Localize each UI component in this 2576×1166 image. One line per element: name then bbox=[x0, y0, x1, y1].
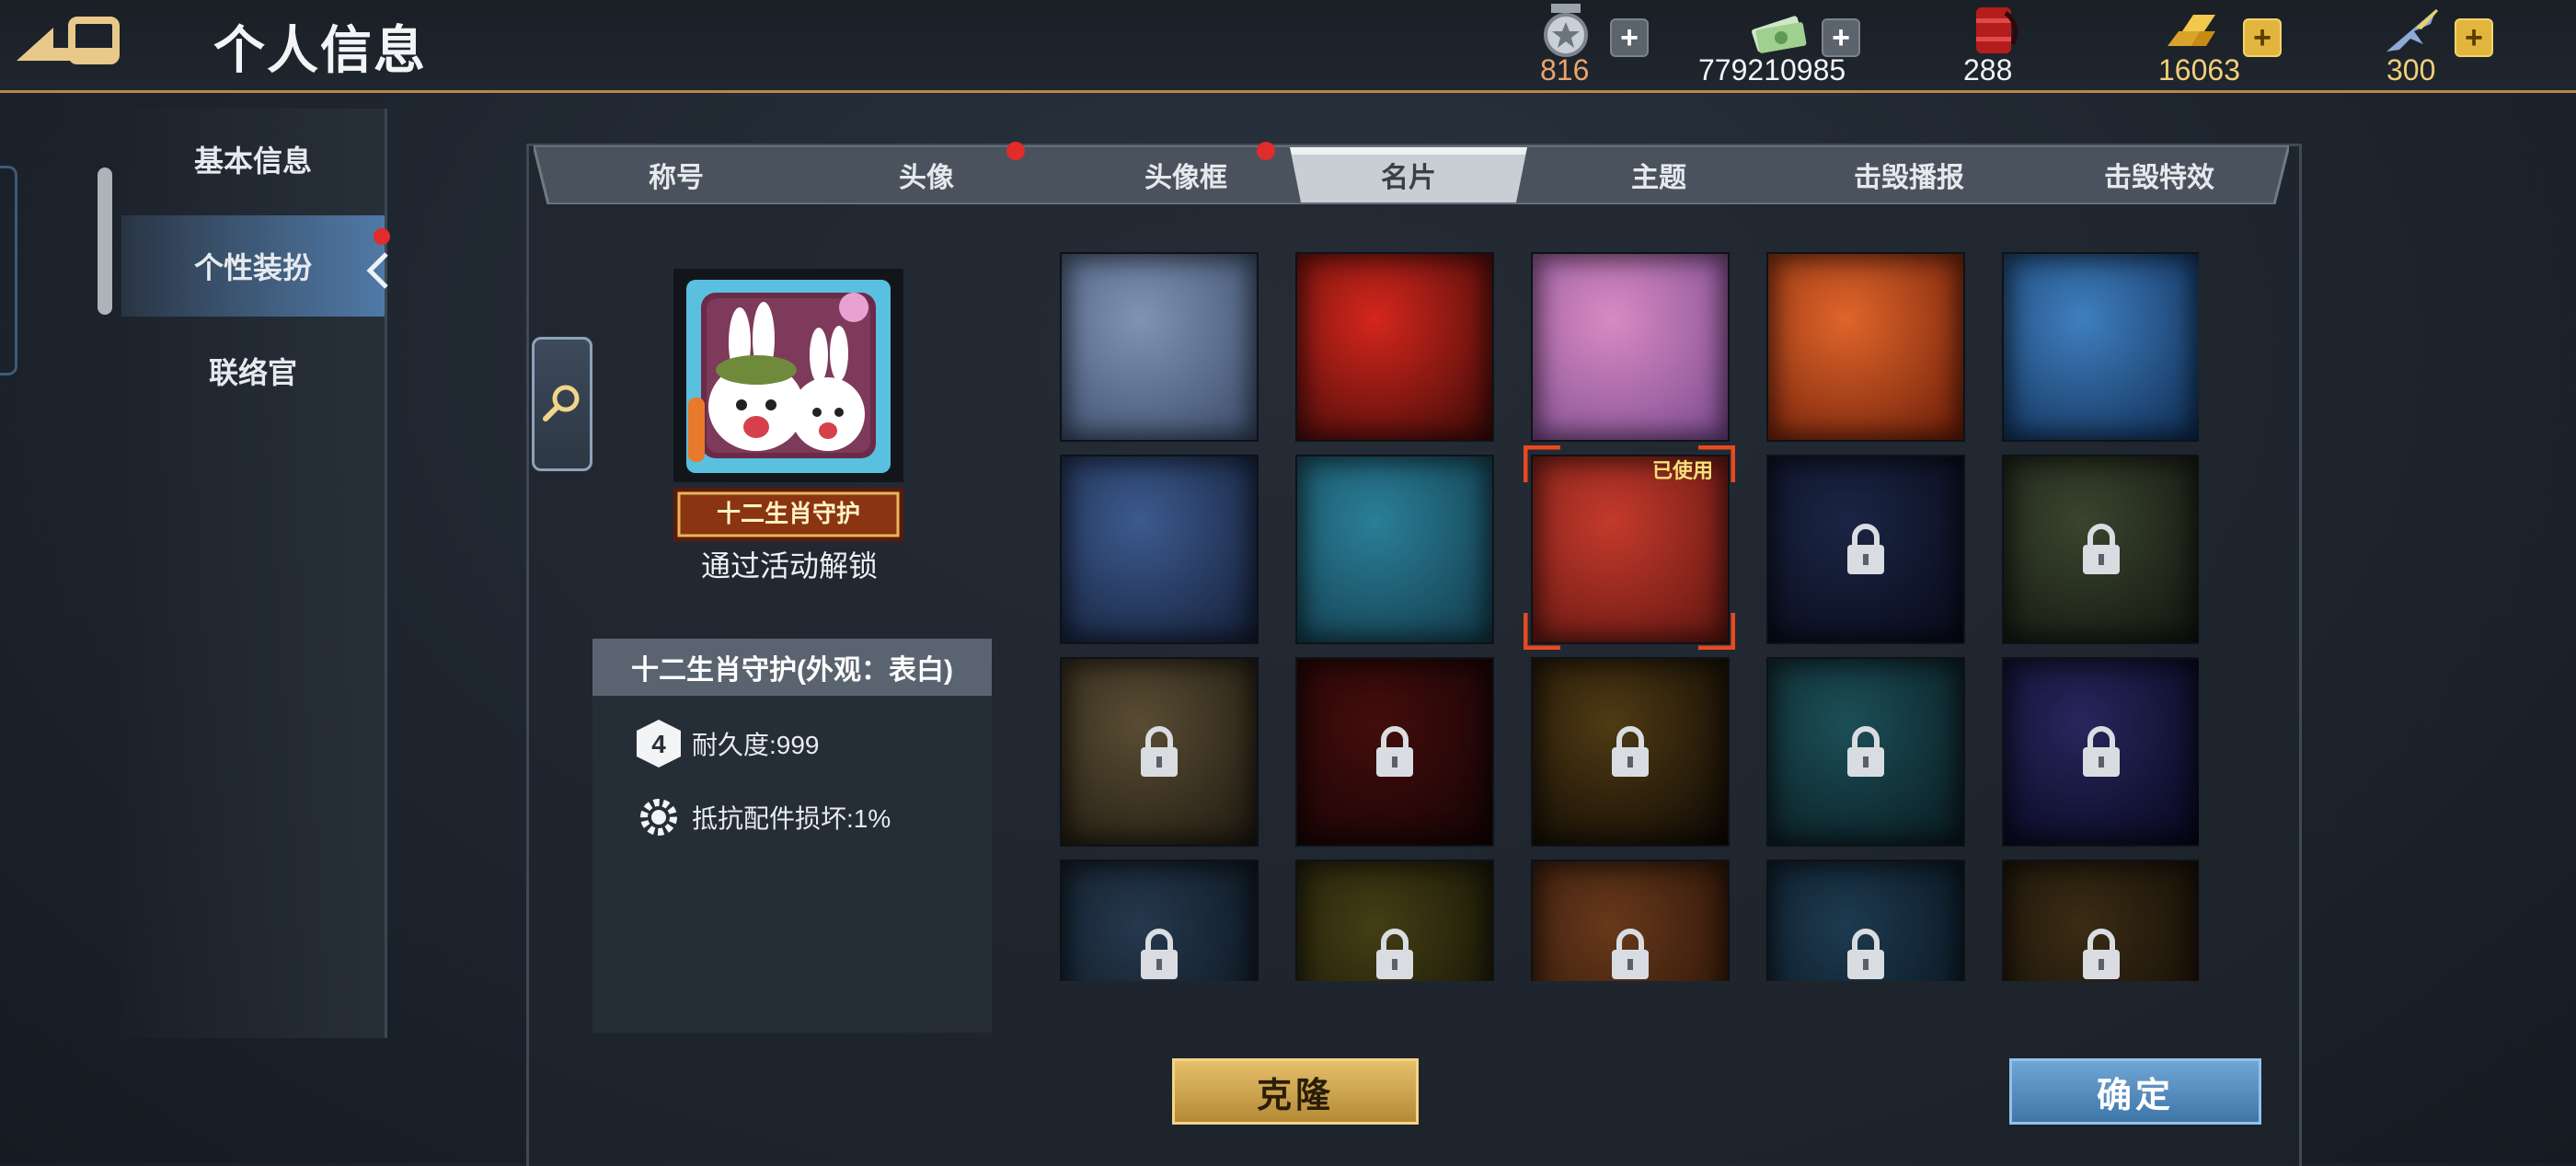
svg-text:4: 4 bbox=[651, 730, 666, 758]
tab-title[interactable]: 称号 bbox=[589, 145, 764, 204]
card-bronze-star[interactable] bbox=[2002, 860, 2199, 981]
lock-icon bbox=[2083, 524, 2120, 574]
lock-icon bbox=[1612, 726, 1649, 777]
cash-add-button[interactable]: + bbox=[1822, 18, 1860, 57]
top-bar: 个人信息 + 816 + 779210985 288 + 16063 + 300 bbox=[0, 0, 2576, 93]
lock-icon bbox=[1612, 929, 1649, 979]
page-title: 个人信息 bbox=[213, 21, 427, 79]
name-card-grid bbox=[1058, 250, 2199, 981]
unlock-hint: 通过活动解锁 bbox=[700, 549, 878, 583]
resource-oil: 288 bbox=[1960, 0, 2033, 90]
jet-add-button[interactable]: + bbox=[2455, 18, 2493, 57]
stat-damage-resist: 抵抗配件损坏:1% bbox=[633, 790, 891, 845]
oil-value: 288 bbox=[1963, 53, 2013, 87]
card-pink-hearts[interactable] bbox=[1531, 252, 1730, 442]
sidebar-item-label: 联络官 bbox=[208, 356, 297, 389]
tab-kill-broadcast[interactable]: 击毁播报 bbox=[1803, 145, 2015, 204]
sidebar-item-label: 基本信息 bbox=[193, 144, 312, 178]
resource-cash: + 779210985 bbox=[1698, 0, 1864, 90]
tab-notice-dot bbox=[1006, 142, 1025, 160]
search-icon bbox=[543, 385, 580, 421]
sidebar-notice-dot bbox=[374, 228, 390, 245]
gold-add-button[interactable]: + bbox=[2243, 18, 2282, 57]
card-brown-dusk[interactable] bbox=[1531, 657, 1730, 847]
card-tan-diamonds[interactable] bbox=[1060, 657, 1259, 847]
lock-icon bbox=[1847, 929, 1884, 979]
card-helicopter[interactable] bbox=[1060, 860, 1259, 981]
left-edge-handle bbox=[0, 166, 17, 375]
card-autumn-leaves[interactable] bbox=[1531, 860, 1730, 981]
lock-icon bbox=[1141, 929, 1178, 979]
sidebar-item-personal-style[interactable]: 个性装扮 bbox=[121, 215, 385, 317]
sidebar-item-basic-info[interactable]: 基本信息 bbox=[121, 109, 385, 210]
resource-gold: + 16063 bbox=[2155, 0, 2293, 90]
card-navy-stripes[interactable] bbox=[1060, 455, 1259, 644]
card-teal-ocean[interactable] bbox=[1766, 657, 1965, 847]
lock-icon bbox=[1141, 726, 1178, 777]
lock-icon bbox=[1847, 726, 1884, 777]
sidebar-item-liaison-officer[interactable]: 联络官 bbox=[121, 320, 385, 421]
medal-value: 816 bbox=[1540, 53, 1590, 87]
medal-add-button[interactable]: + bbox=[1610, 18, 1649, 57]
card-purple-night[interactable] bbox=[2002, 657, 2199, 847]
avatar-preview: 十二生肖守护 bbox=[673, 269, 903, 541]
lock-icon bbox=[1376, 726, 1413, 777]
card-teal-waves[interactable] bbox=[1295, 455, 1494, 644]
sidebar-scrollbar[interactable] bbox=[98, 167, 112, 315]
tab-name-card[interactable]: 名片 bbox=[1321, 145, 1496, 204]
jet-value: 300 bbox=[2386, 53, 2436, 87]
sidebar-item-label: 个性装扮 bbox=[193, 251, 312, 284]
card-blue-lattice[interactable] bbox=[1060, 252, 1259, 442]
card-dark-red[interactable] bbox=[1295, 657, 1494, 847]
tab-avatar-frame[interactable]: 头像框 bbox=[1089, 145, 1282, 204]
back-arrow-icon[interactable] bbox=[17, 15, 123, 68]
stat-durability: 4 耐久度:999 bbox=[633, 716, 820, 771]
cash-icon bbox=[1752, 16, 1807, 53]
lock-icon bbox=[1847, 524, 1884, 574]
card-green-camo[interactable] bbox=[2002, 455, 2199, 644]
oil-barrel-icon bbox=[1976, 7, 2018, 53]
lock-icon bbox=[2083, 929, 2120, 979]
medal-icon bbox=[1544, 4, 1588, 57]
sidebar: 基本信息 个性装扮 联络官 bbox=[98, 109, 387, 1038]
card-snowflakes[interactable] bbox=[1766, 860, 1965, 981]
card-orange-flames[interactable] bbox=[1766, 252, 1965, 442]
gear-icon bbox=[640, 799, 677, 836]
resource-medal: + 816 bbox=[1536, 0, 1656, 90]
card-blue-hexagons[interactable] bbox=[2002, 252, 2199, 442]
lock-icon bbox=[1376, 929, 1413, 979]
tab-bar: 称号 头像 头像框 名片 主题 击毁播报 击毁特效 bbox=[534, 142, 2289, 204]
clone-button[interactable]: 克隆 bbox=[1172, 1058, 1419, 1125]
search-button[interactable] bbox=[532, 337, 592, 471]
card-star-navy[interactable] bbox=[1766, 455, 1965, 644]
avatar-banner-text: 十二生肖守护 bbox=[716, 501, 860, 528]
tab-theme[interactable]: 主题 bbox=[1571, 145, 1746, 204]
card-red-flag[interactable] bbox=[1295, 252, 1494, 442]
cash-value: 779210985 bbox=[1698, 53, 1846, 87]
item-info-box: 十二生肖守护(外观：表白) 4 耐久度:999 抵抗配件损坏:1% bbox=[592, 639, 992, 1033]
tab-kill-effect[interactable]: 击毁特效 bbox=[2053, 145, 2265, 204]
confirm-button[interactable]: 确定 bbox=[2009, 1058, 2261, 1125]
gold-bars-icon bbox=[2168, 15, 2215, 46]
chevron-left-icon bbox=[366, 252, 388, 289]
item-name: 十二生肖守护(外观：表白) bbox=[592, 639, 992, 696]
card-gold-floral[interactable] bbox=[1295, 860, 1494, 981]
tab-notice-dot bbox=[1257, 142, 1275, 160]
resource-jet: + 300 bbox=[2377, 0, 2497, 90]
durability-icon: 4 bbox=[637, 720, 681, 768]
gold-value: 16063 bbox=[2158, 53, 2240, 87]
jet-icon bbox=[2386, 9, 2438, 52]
used-badge: 已使用 bbox=[1652, 459, 1714, 482]
lock-icon bbox=[2083, 726, 2120, 777]
tab-avatar[interactable]: 头像 bbox=[839, 145, 1014, 204]
